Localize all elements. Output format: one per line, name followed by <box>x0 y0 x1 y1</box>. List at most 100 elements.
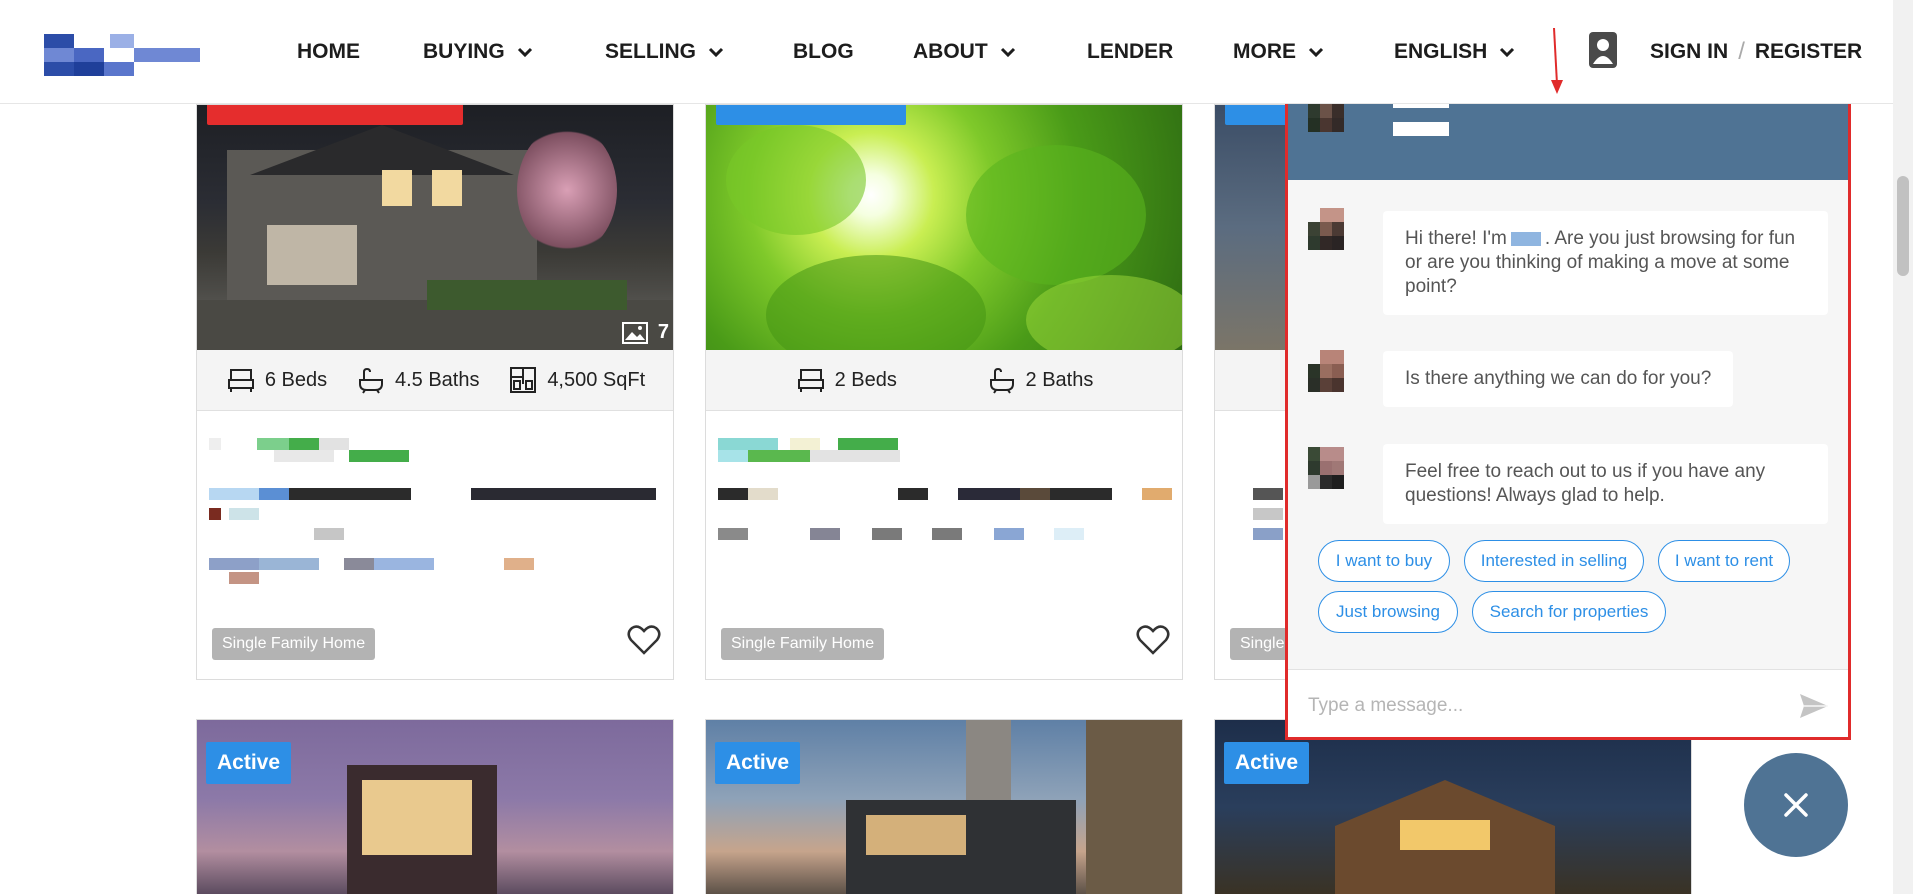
chevron-down-icon <box>517 47 532 58</box>
page-scrollbar[interactable] <box>1893 0 1913 894</box>
heart-icon[interactable] <box>627 625 661 655</box>
bed-icon <box>227 369 254 392</box>
close-icon <box>1784 793 1808 817</box>
chat-close-button[interactable] <box>1744 753 1848 857</box>
nav-home-label: HOME <box>297 40 360 63</box>
listing-photo[interactable]: Active <box>706 720 1182 894</box>
lawn <box>427 280 627 310</box>
baths-stat: 2 Baths <box>988 366 1094 394</box>
site-header: HOME BUYING SELLING BLOG ABOUT LENDER MO… <box>0 0 1893 104</box>
listing-photo[interactable]: Active <box>1215 720 1691 894</box>
chat-message: Hi there! I'm. Are you just browsing for… <box>1383 211 1828 315</box>
beds-value: 2 Beds <box>834 368 897 391</box>
agent-avatar <box>1308 208 1344 264</box>
beds-stat: 2 Beds <box>797 366 897 394</box>
heart-icon[interactable] <box>1136 625 1170 655</box>
window-light <box>866 815 966 855</box>
listing-card[interactable]: Active <box>705 719 1183 894</box>
listing-card[interactable]: Active <box>1214 719 1692 894</box>
nav-about[interactable]: ABOUT <box>913 36 1018 68</box>
nav-blog-label: BLOG <box>793 40 854 63</box>
scrollbar-thumb[interactable] <box>1897 176 1909 276</box>
bath-icon <box>989 367 1014 394</box>
chat-message-text: Hi there! I'm <box>1405 228 1507 249</box>
auth-links: SIGN IN / REGISTER <box>1650 36 1862 68</box>
chat-message: Is there anything we can do for you? <box>1383 351 1734 407</box>
leaf-shape <box>966 145 1146 285</box>
beds-value: 6 Beds <box>264 368 328 391</box>
annotation-arrow <box>1551 28 1563 94</box>
quick-reply-search[interactable]: Search for properties <box>1472 591 1666 633</box>
property-type-badge: Single Family Home <box>212 628 376 660</box>
listing-top-badge <box>207 105 463 125</box>
chevron-down-icon <box>708 47 724 58</box>
sign-in-link[interactable]: SIGN IN <box>1650 40 1728 64</box>
listing-stats: 2 Beds 2 Baths <box>706 350 1182 411</box>
nav-selling[interactable]: SELLING <box>605 36 726 68</box>
nav-more-label: MORE <box>1233 40 1296 63</box>
beds-stat: 6 Beds <box>227 366 327 394</box>
agent-avatar <box>1308 104 1344 160</box>
nav-more[interactable]: MORE <box>1233 36 1326 68</box>
nav-language-label: ENGLISH <box>1394 40 1488 63</box>
register-link[interactable]: REGISTER <box>1755 40 1862 64</box>
status-badge: Active <box>206 742 292 784</box>
chat-header <box>1288 104 1848 180</box>
quick-reply-browsing[interactable]: Just browsing <box>1318 591 1458 633</box>
chat-widget: Hi there! I'm. Are you just browsing for… <box>1285 101 1851 740</box>
nav-lender-label: LENDER <box>1087 40 1174 63</box>
window-light <box>382 170 412 206</box>
chat-message: Feel free to reach out to us if you have… <box>1383 444 1828 524</box>
listing-photo[interactable]: 7 <box>197 105 673 350</box>
nav-about-label: ABOUT <box>913 40 988 63</box>
listing-photo[interactable] <box>706 105 1182 350</box>
send-icon[interactable] <box>1798 692 1830 720</box>
window-light <box>362 780 472 855</box>
window-light <box>1400 820 1490 850</box>
nav-buying-label: BUYING <box>423 40 505 63</box>
listing-card[interactable]: 7 6 Beds 4.5 Baths 4,500 SqFt Single Fam… <box>196 104 674 680</box>
baths-stat: 4.5 Baths <box>357 366 480 394</box>
chat-message-input[interactable] <box>1308 692 1768 720</box>
sqft-stat: 4,500 SqFt <box>509 366 645 394</box>
listing-top-badge <box>716 105 906 125</box>
quick-reply-buy[interactable]: I want to buy <box>1318 540 1450 582</box>
agent-avatar <box>1308 350 1344 406</box>
redacted-listing-details <box>718 430 1178 600</box>
chat-composer <box>1288 669 1848 737</box>
nav-home[interactable]: HOME <box>297 36 360 68</box>
photo-count[interactable]: 7 <box>621 321 669 344</box>
leaf-shape <box>766 255 986 350</box>
listing-photo[interactable]: Active <box>197 720 673 894</box>
nav-lender[interactable]: LENDER <box>1087 36 1173 68</box>
agent-avatar <box>1308 447 1344 503</box>
garage-door <box>267 225 357 285</box>
status-badge: Active <box>715 742 801 784</box>
redacted-listing-details <box>209 430 669 600</box>
auth-separator: / <box>1738 38 1745 65</box>
leaf-shape <box>1026 275 1182 350</box>
user-icon[interactable] <box>1588 31 1618 69</box>
redacted-agent-name <box>1393 104 1449 108</box>
nav-language[interactable]: ENGLISH <box>1394 36 1517 68</box>
sqft-icon <box>510 367 537 393</box>
redacted-agent-name <box>1510 231 1541 246</box>
quick-reply-sell[interactable]: Interested in selling <box>1464 540 1644 582</box>
listing-stats: 6 Beds 4.5 Baths 4,500 SqFt <box>197 350 673 411</box>
chevron-down-icon <box>1500 47 1515 58</box>
photo-count-value: 7 <box>657 321 669 343</box>
site-logo[interactable] <box>44 22 200 78</box>
chevron-down-icon <box>1308 47 1324 58</box>
quick-reply-rent[interactable]: I want to rent <box>1658 540 1790 582</box>
nav-buying[interactable]: BUYING <box>423 36 535 68</box>
listing-card[interactable]: 2 Beds 2 Baths Single Family Home <box>705 104 1183 680</box>
baths-value: 2 Baths <box>1025 368 1094 391</box>
nav-selling-label: SELLING <box>605 40 697 63</box>
redacted-agent-title <box>1393 122 1449 136</box>
chevron-down-icon <box>1000 47 1015 58</box>
leaf-shape <box>726 125 866 235</box>
baths-value: 4.5 Baths <box>394 368 480 391</box>
bed-icon <box>797 369 824 392</box>
listing-card[interactable]: Active <box>196 719 674 894</box>
nav-blog[interactable]: BLOG <box>793 36 854 68</box>
